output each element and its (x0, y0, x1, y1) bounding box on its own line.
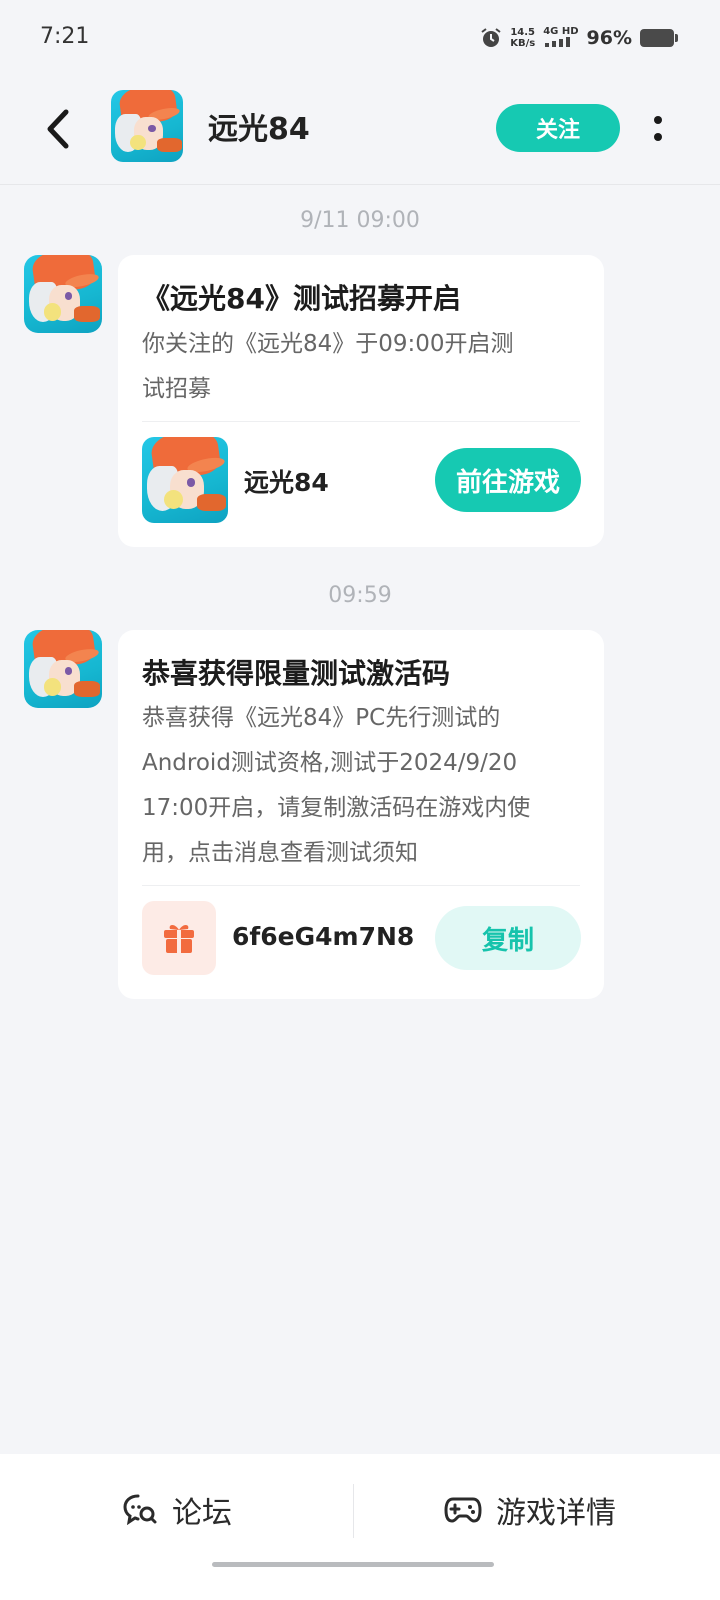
follow-button[interactable]: 关注 (496, 104, 620, 152)
chevron-left-icon (47, 109, 69, 149)
tab-game-detail-label: 游戏详情 (496, 1496, 616, 1531)
activation-code: 6f6eG4m7N8 (232, 922, 415, 951)
divider (142, 421, 580, 422)
message-body-line: 17:00开启，请复制激活码在游戏内使 (142, 795, 531, 821)
message-body-line: 用，点击消息查看测试须知 (142, 840, 418, 866)
game-name: 远光84 (244, 468, 329, 497)
battery-icon (640, 29, 678, 47)
status-time: 7:21 (40, 24, 90, 49)
bottom-bar: 论坛 游戏详情 (0, 1454, 720, 1600)
page-title: 远光84 (208, 112, 310, 147)
status-bar: 7:21 14.5 KB/s 4G HD 96% (0, 0, 720, 76)
chat-header: 远光84 关注 (0, 76, 720, 185)
alarm-icon (481, 28, 501, 47)
message-body-line: Android测试资格,测试于2024/9/20 (142, 750, 518, 776)
go-to-game-button[interactable]: 前往游戏 (435, 448, 581, 512)
copy-code-button[interactable]: 复制 (435, 906, 581, 970)
message-card-recruit[interactable]: 《远光84》测试招募开启 你关注的《远光84》于09:00开启测 试招募 远光8… (118, 255, 604, 547)
signal-icon: 4G HD (543, 26, 579, 50)
gamepad-icon (444, 1497, 482, 1523)
net-speed-value: 14.5 (510, 27, 536, 38)
more-vertical-icon (654, 116, 662, 141)
more-button[interactable] (650, 112, 670, 146)
tab-forum[interactable]: 论坛 (122, 1488, 232, 1532)
chat-search-icon (123, 1494, 157, 1526)
sender-avatar[interactable] (24, 630, 102, 708)
tab-forum-label: 论坛 (172, 1496, 232, 1531)
game-avatar[interactable] (111, 90, 183, 162)
message-title: 恭喜获得限量测试激活码 (142, 657, 451, 690)
status-icons: 14.5 KB/s 4G HD 96% (480, 26, 678, 50)
signal-label: 4G HD (543, 26, 579, 37)
divider (353, 1484, 354, 1538)
tab-game-detail[interactable]: 游戏详情 (444, 1488, 616, 1532)
message-body: 你关注的《远光84》于09:00开启测 试招募 (142, 322, 588, 412)
gift-icon (164, 925, 194, 953)
message-body-line: 试招募 (142, 376, 211, 402)
home-indicator[interactable] (212, 1562, 494, 1567)
game-thumbnail[interactable] (142, 437, 228, 523)
message-body-line: 恭喜获得《远光84》PC先行测试的 (142, 705, 501, 731)
divider (142, 885, 580, 886)
gift-badge (142, 901, 216, 975)
message-card-activation[interactable]: 恭喜获得限量测试激活码 恭喜获得《远光84》PC先行测试的 Android测试资… (118, 630, 604, 999)
message-timestamp: 09:59 (328, 583, 392, 608)
net-speed: 14.5 KB/s (510, 27, 535, 49)
message-timestamp: 9/11 09:00 (300, 208, 420, 233)
message-body: 恭喜获得《远光84》PC先行测试的 Android测试资格,测试于2024/9/… (142, 696, 588, 876)
back-button[interactable] (40, 104, 80, 154)
battery-percent: 96% (586, 27, 632, 49)
message-title: 《远光84》测试招募开启 (142, 282, 461, 315)
message-body-line: 你关注的《远光84》于09:00开启测 (142, 331, 514, 357)
net-speed-unit: KB/s (510, 38, 536, 49)
sender-avatar[interactable] (24, 255, 102, 333)
